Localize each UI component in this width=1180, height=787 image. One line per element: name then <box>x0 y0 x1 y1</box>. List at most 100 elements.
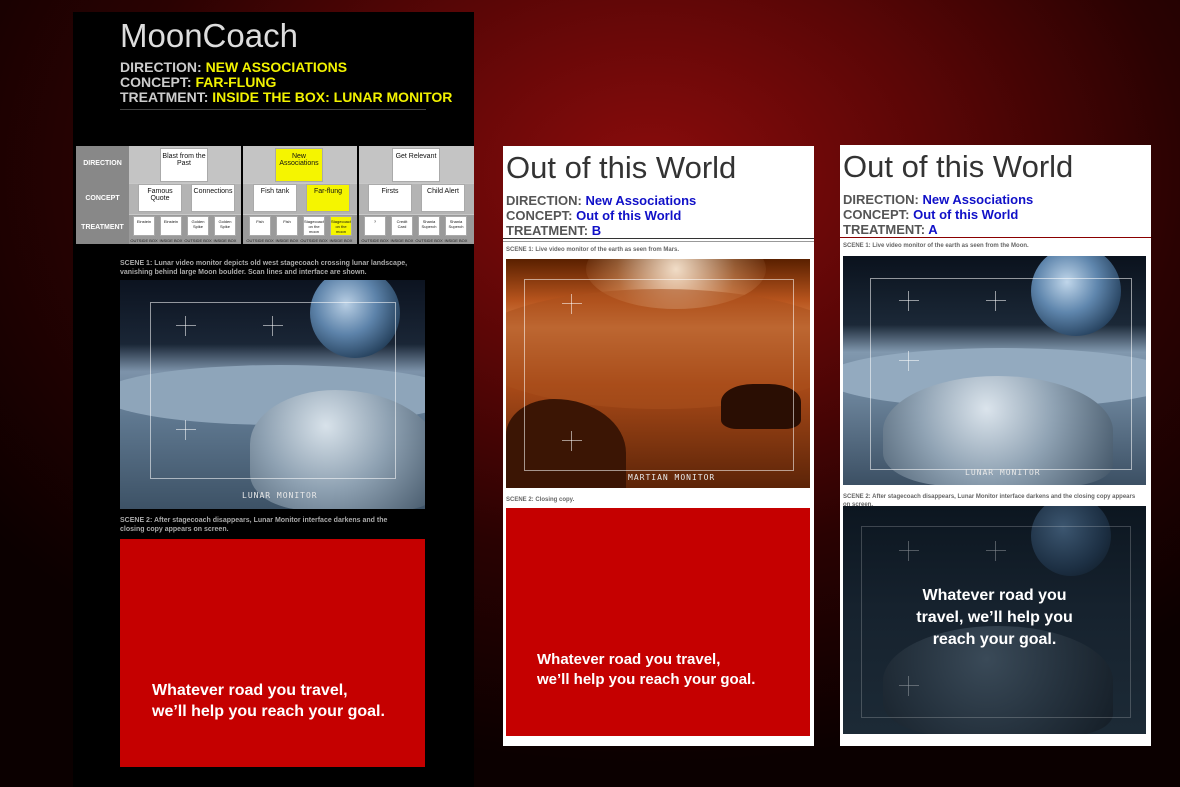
board-mooncoach: MoonCoach DIRECTION: NEW ASSOCIATIONS CO… <box>73 12 474 787</box>
crosshair-icon <box>176 316 196 336</box>
closing-copy-panel: Whatever road you travel, we’ll help you… <box>506 508 810 736</box>
grid-concept-cell: Fish tank <box>253 184 297 212</box>
concept-label: CONCEPT: <box>506 208 573 223</box>
scene2-description: SCENE 2: Closing copy. <box>506 497 575 503</box>
grid-treatment-cell: Credit Card <box>391 216 413 236</box>
board-meta: DIRECTION: New Associations CONCEPT: Out… <box>843 192 1033 237</box>
treatment-caption: INSIDE BOX <box>390 238 414 243</box>
direction-value: NEW ASSOCIATIONS <box>205 59 348 75</box>
grid-separator <box>357 146 359 244</box>
closing-copy-line1: Whatever road you travel, <box>152 682 348 699</box>
board-title: Out of this World <box>506 150 737 185</box>
crosshair-icon <box>899 291 919 311</box>
board-out-of-this-world-b: Out of this World DIRECTION: New Associa… <box>503 146 814 746</box>
treatment-caption: OUTSIDE BOX <box>361 238 389 243</box>
crosshair-icon <box>562 294 582 314</box>
divider <box>120 109 426 110</box>
grid-treatment-cell: Golden Spike <box>214 216 236 236</box>
treatment-caption: OUTSIDE BOX <box>415 238 443 243</box>
board-meta: DIRECTION: New Associations CONCEPT: Out… <box>506 193 696 238</box>
grid-treatment-cell: Fish <box>276 216 298 236</box>
closing-copy-panel: Whatever road you travel, we’ll help you… <box>843 506 1146 734</box>
divider <box>503 238 814 239</box>
closing-copy-line1: Whatever road you <box>922 587 1067 604</box>
lunar-monitor-image: LUNAR MONITOR <box>843 256 1146 485</box>
monitor-label: MARTIAN MONITOR <box>628 473 716 482</box>
crosshair-icon <box>263 316 283 336</box>
treatment-caption: OUTSIDE BOX <box>246 238 274 243</box>
grid-concept-cell: Child Alert <box>421 184 465 212</box>
crosshair-icon <box>899 541 919 561</box>
martian-monitor-image: MARTIAN MONITOR <box>506 259 810 488</box>
crosshair-icon <box>176 420 196 440</box>
grid-treatment-cell: ? <box>364 216 386 236</box>
treatment-caption: INSIDE BOX <box>275 238 299 243</box>
direction-value: New Associations <box>922 192 1034 207</box>
closing-copy-line2: travel, we’ll help you <box>916 609 1073 626</box>
grid-concept-cell: Connections <box>191 184 235 212</box>
grid-label-direction: DIRECTION <box>83 160 122 167</box>
lunar-monitor-image: LUNAR MONITOR <box>120 280 425 509</box>
grid-direction-cell-selected: New Associations <box>275 148 323 182</box>
grid-separator <box>241 146 243 244</box>
closing-copy-line2: we’ll help you reach your goal. <box>152 703 385 720</box>
closing-copy-line1: Whatever road you travel, <box>537 651 721 668</box>
concept-value: FAR-FLUNG <box>195 74 277 90</box>
grid-treatment-cell: Shania Superch <box>418 216 440 236</box>
closing-copy: Whatever road you travel, we’ll help you… <box>537 650 755 690</box>
scene2-description: SCENE 2: After stagecoach disappears, Lu… <box>120 517 388 533</box>
concept-value: Out of this World <box>913 207 1019 222</box>
grid-treatment-cell: Einstein <box>133 216 155 236</box>
crosshair-icon <box>562 431 582 451</box>
treatment-label: TREATMENT: <box>843 222 926 237</box>
closing-copy: Whatever road you travel, we’ll help you… <box>152 680 385 722</box>
monitor-label: LUNAR MONITOR <box>242 491 318 500</box>
crosshair-icon <box>986 291 1006 311</box>
grid-concept-cell: Firsts <box>368 184 412 212</box>
grid-treatment-cell: Stagecoach on the moon <box>303 216 325 236</box>
divider <box>503 241 814 242</box>
scene1-description: SCENE 1: Live video monitor of the earth… <box>506 247 680 253</box>
board-out-of-this-world-a: Out of this World DIRECTION: New Associa… <box>840 145 1151 746</box>
scene1-description: SCENE 1: Live video monitor of the earth… <box>843 243 1029 249</box>
board-title: Out of this World <box>843 149 1074 184</box>
crosshair-icon <box>899 351 919 371</box>
grid-treatment-cell: Golden Spike <box>187 216 209 236</box>
treatment-caption: OUTSIDE BOX <box>130 238 158 243</box>
treatment-caption: INSIDE BOX <box>329 238 353 243</box>
direction-label: DIRECTION: <box>843 192 919 207</box>
divider <box>840 237 1151 238</box>
closing-copy-line3: reach your goal. <box>932 631 1057 648</box>
concept-value: Out of this World <box>576 208 682 223</box>
treatment-caption: INSIDE BOX <box>213 238 237 243</box>
monitor-label: LUNAR MONITOR <box>965 468 1041 477</box>
closing-copy-panel: Whatever road you travel, we’ll help you… <box>120 539 425 767</box>
grid-treatment-cell: Fish <box>249 216 271 236</box>
treatment-value: A <box>928 222 938 237</box>
direction-label: DIRECTION: <box>506 193 582 208</box>
closing-copy-line2: we’ll help you reach your goal. <box>537 671 756 688</box>
direction-value: New Associations <box>585 193 697 208</box>
treatment-caption: OUTSIDE BOX <box>184 238 212 243</box>
treatment-caption: INSIDE BOX <box>444 238 468 243</box>
concept-label: CONCEPT: <box>120 74 192 90</box>
treatment-label: TREATMENT: <box>506 223 589 238</box>
grid-direction-cell: Get Relevant <box>392 148 440 182</box>
board-meta: DIRECTION: NEW ASSOCIATIONS CONCEPT: FAR… <box>120 60 452 105</box>
grid-treatment-cell: Einstein <box>160 216 182 236</box>
treatment-value: INSIDE THE BOX: LUNAR MONITOR <box>212 89 453 105</box>
grid-treatment-cell-selected: Stagecoach on the moon <box>330 216 352 236</box>
crosshair-icon <box>986 541 1006 561</box>
grid-label-concept: CONCEPT <box>85 195 120 202</box>
treatment-caption: OUTSIDE BOX <box>300 238 328 243</box>
crosshair-icon <box>899 676 919 696</box>
grid-concept-cell-selected: Far-flung <box>306 184 350 212</box>
direction-label: DIRECTION: <box>120 59 202 75</box>
treatment-value: B <box>591 223 602 238</box>
grid-treatment-cell: Shania Superch <box>445 216 467 236</box>
treatment-caption: INSIDE BOX <box>159 238 183 243</box>
scene1-description: SCENE 1: Lunar video monitor depicts old… <box>120 260 408 276</box>
board-title: MoonCoach <box>120 17 298 54</box>
closing-copy: Whatever road you travel, we’ll help you… <box>843 585 1146 651</box>
concept-grid: DIRECTION CONCEPT TREATMENT Blast from t… <box>76 146 474 244</box>
